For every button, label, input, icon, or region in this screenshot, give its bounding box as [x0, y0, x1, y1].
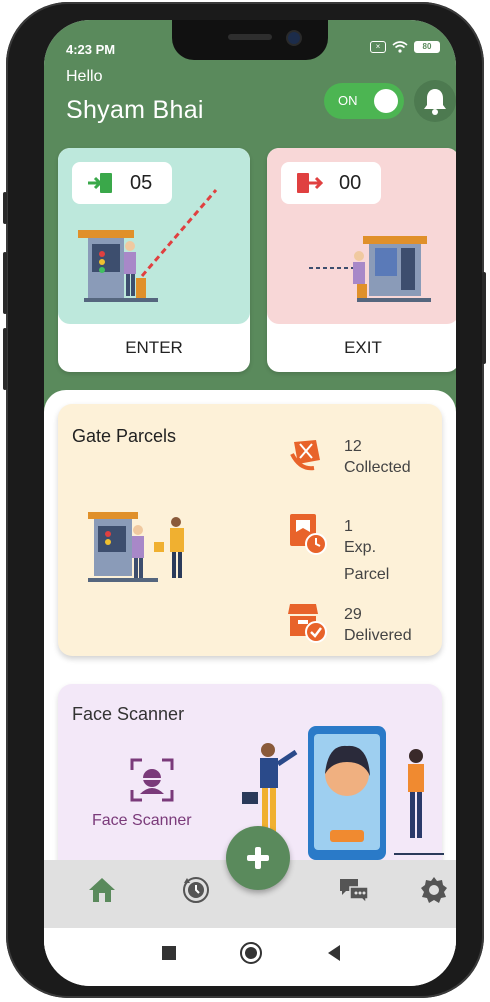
front-camera — [288, 32, 300, 44]
status-icons: × 80 — [370, 41, 440, 53]
volume-up-button — [3, 252, 7, 314]
exit-card[interactable]: 00 EXIT — [267, 148, 456, 372]
add-button[interactable] — [226, 826, 290, 890]
battery-icon: 80 — [414, 41, 440, 53]
wifi-icon — [392, 41, 408, 53]
collected-label: Collected — [344, 459, 411, 476]
enter-door-icon — [88, 173, 112, 193]
phone-screen: 4:23 PM × 80 Hello Shyam Bhai ON 05 ENTE… — [44, 20, 456, 986]
nav-history[interactable] — [176, 870, 216, 910]
system-navigation-bar — [44, 928, 456, 986]
nav-chat[interactable] — [334, 870, 374, 910]
expected-label: Exp. — [344, 539, 377, 556]
exit-count: 00 — [339, 171, 362, 194]
greeting-text: Hello — [66, 68, 103, 85]
enter-count: 05 — [130, 171, 153, 194]
plus-icon — [247, 847, 269, 869]
home-system-dot — [245, 947, 257, 959]
recents-button[interactable] — [162, 946, 176, 960]
volume-down-button — [3, 328, 7, 390]
exit-count-badge: 00 — [281, 162, 381, 204]
expected-value: 1 — [344, 518, 353, 535]
face-scanner-button-label[interactable]: Face Scanner — [92, 812, 192, 830]
notifications-button[interactable] — [414, 80, 456, 122]
parcel-delivery-illustration — [88, 512, 184, 582]
chat-icon — [340, 879, 369, 905]
bell-icon — [424, 89, 446, 115]
face-scan-icon[interactable] — [130, 758, 174, 802]
toggle-knob — [374, 89, 398, 113]
collected-value: 12 — [344, 438, 362, 455]
exit-label: EXIT — [344, 338, 382, 357]
mute-switch — [3, 192, 7, 224]
home-system-button[interactable] — [240, 942, 262, 964]
enter-label: ENTER — [125, 338, 183, 357]
back-button[interactable] — [328, 945, 340, 961]
history-icon — [183, 877, 209, 903]
power-button — [482, 272, 486, 364]
expected-parcel-icon — [290, 514, 327, 555]
delivered-stat: 29 Delivered — [344, 604, 412, 646]
notch — [172, 20, 328, 60]
delivered-label: Delivered — [344, 627, 412, 644]
delivered-parcels-icon — [288, 604, 327, 643]
enter-card[interactable]: 05 ENTER — [58, 148, 250, 372]
status-time: 4:23 PM — [66, 42, 116, 57]
speaker-grille — [228, 34, 272, 40]
user-name: Shyam Bhai — [66, 96, 204, 124]
enter-count-badge: 05 — [72, 162, 172, 204]
settings-icon — [421, 877, 447, 903]
nav-home[interactable] — [82, 870, 122, 910]
gate-parcels-title: Gate Parcels — [72, 426, 177, 446]
expected-label-2: Parcel — [344, 566, 390, 583]
exit-door-icon — [297, 173, 323, 193]
toggle-label: ON — [338, 93, 358, 108]
home-icon — [89, 878, 115, 902]
gate-parcels-card[interactable]: Gate Parcels 12 Collected 1 Exp. Parcel … — [58, 404, 442, 656]
collected-stat: 12 Collected — [344, 436, 411, 478]
expected-stat: 1 Exp. Parcel — [344, 516, 389, 585]
nav-settings[interactable] — [414, 870, 454, 910]
status-toggle[interactable]: ON — [324, 83, 404, 119]
phone-frame: 4:23 PM × 80 Hello Shyam Bhai ON 05 ENTE… — [3, 2, 486, 998]
notification-icon: × — [370, 41, 386, 53]
delivered-value: 29 — [344, 606, 362, 623]
collected-parcels-icon — [290, 440, 320, 471]
face-scanner-title: Face Scanner — [72, 704, 185, 724]
